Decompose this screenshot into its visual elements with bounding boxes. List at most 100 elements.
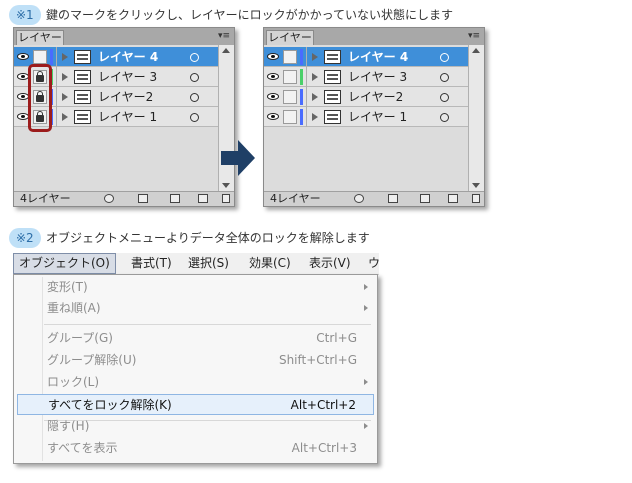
eye-icon[interactable] (267, 73, 279, 80)
layer-name: レイヤー 3 (98, 70, 158, 84)
layer-count: 4レイヤー (20, 192, 71, 205)
scroll-up-icon[interactable] (222, 48, 230, 53)
panel-menu-icon[interactable]: ▾≡ (218, 30, 230, 42)
target-circle-icon[interactable] (190, 113, 199, 122)
lock-column-highlight (28, 64, 52, 132)
menu-item-lock[interactable]: ロック(L) (17, 372, 374, 393)
layer-row[interactable]: レイヤー 1 (264, 107, 468, 127)
expand-triangle-icon[interactable] (62, 73, 68, 81)
menu-item-group[interactable]: グループ(G) Ctrl+G (17, 328, 374, 349)
layer-name: レイヤー 1 (348, 110, 408, 124)
menubar: オブジェクト(O) 書式(T) 選択(S) 効果(C) 表示(V) ウ (13, 253, 380, 275)
menu-type[interactable]: 書式(T) (126, 253, 177, 274)
expand-triangle-icon[interactable] (62, 113, 68, 121)
scroll-up-icon[interactable] (472, 48, 480, 53)
target-circle-icon[interactable] (190, 93, 199, 102)
layer-thumbnail (74, 50, 91, 64)
menu-item-unlock-all[interactable]: すべてをロック解除(K) Alt+Ctrl+2 (17, 394, 374, 415)
trash-icon[interactable] (472, 194, 480, 203)
menu-separator (44, 324, 371, 325)
layer-list: レイヤー 4 レイヤー 3 レイヤー2 レイヤー 1 (264, 45, 468, 191)
lock-toggle[interactable] (283, 90, 297, 104)
expand-triangle-icon[interactable] (312, 53, 318, 61)
new-layer-icon[interactable] (198, 194, 208, 203)
menu-item-arrange[interactable]: 重ね順(A) (17, 298, 374, 319)
layer-color-swatch (300, 89, 303, 105)
scrollbar[interactable] (468, 45, 484, 191)
step-1-badge: ※1 (9, 5, 41, 25)
make-clipping-mask-icon[interactable] (138, 194, 148, 203)
layer-thumbnail (74, 110, 91, 124)
eye-icon[interactable] (267, 53, 279, 60)
eye-icon[interactable] (267, 93, 279, 100)
eye-icon[interactable] (17, 53, 29, 60)
menu-item-shortcut: Alt+Ctrl+3 (291, 441, 357, 455)
lock-toggle[interactable] (283, 50, 297, 64)
trash-icon[interactable] (222, 194, 230, 203)
locate-object-icon[interactable] (104, 194, 114, 203)
layer-row[interactable]: レイヤー 3 (264, 67, 468, 87)
step-2-badge: ※2 (9, 228, 41, 248)
menu-item-ungroup[interactable]: グループ解除(U) Shift+Ctrl+G (17, 350, 374, 371)
divider (306, 87, 307, 107)
target-circle-icon[interactable] (440, 53, 449, 62)
expand-triangle-icon[interactable] (62, 53, 68, 61)
tab-layers[interactable]: レイヤー (16, 30, 64, 45)
layer-thumbnail (324, 90, 341, 104)
expand-triangle-icon[interactable] (312, 93, 318, 101)
divider (56, 87, 57, 107)
layer-name: レイヤー 4 (98, 50, 159, 64)
menu-view[interactable]: 表示(V) (304, 253, 356, 274)
panel-footer: 4レイヤー (264, 191, 484, 206)
scroll-down-icon[interactable] (222, 183, 230, 188)
target-circle-icon[interactable] (440, 73, 449, 82)
new-sublayer-icon[interactable] (420, 194, 430, 203)
menu-item-transform[interactable]: 変形(T) (17, 277, 374, 298)
menu-effect[interactable]: 効果(C) (244, 253, 296, 274)
expand-triangle-icon[interactable] (312, 113, 318, 121)
menu-item-label: グループ解除(U) (47, 353, 137, 367)
layer-color-swatch (50, 49, 53, 65)
divider (56, 67, 57, 87)
target-circle-icon[interactable] (190, 53, 199, 62)
expand-triangle-icon[interactable] (312, 73, 318, 81)
layer-thumbnail (74, 70, 91, 84)
divider (56, 47, 57, 67)
menu-window[interactable]: ウ (363, 253, 385, 274)
submenu-arrow-icon (364, 423, 368, 429)
layer-row[interactable]: レイヤー 4 (264, 47, 468, 67)
menu-object[interactable]: オブジェクト(O) (13, 253, 116, 274)
lock-toggle[interactable] (283, 110, 297, 124)
target-circle-icon[interactable] (190, 73, 199, 82)
submenu-arrow-icon (364, 284, 368, 290)
panel-tabbar: レイヤー ▾≡ (264, 28, 484, 45)
layer-color-swatch (300, 69, 303, 85)
locate-object-icon[interactable] (354, 194, 364, 203)
divider (306, 67, 307, 87)
target-circle-icon[interactable] (440, 113, 449, 122)
new-sublayer-icon[interactable] (170, 194, 180, 203)
object-menu-dropdown: 変形(T) 重ね順(A) グループ(G) Ctrl+G グループ解除(U) Sh… (13, 274, 378, 464)
panel-tabbar: レイヤー ▾≡ (14, 28, 234, 45)
right-arrow-icon (221, 140, 255, 176)
lock-toggle[interactable] (283, 70, 297, 84)
layer-thumbnail (324, 110, 341, 124)
panel-menu-icon[interactable]: ▾≡ (468, 30, 480, 42)
eye-icon[interactable] (267, 113, 279, 120)
target-circle-icon[interactable] (440, 93, 449, 102)
layer-row[interactable]: レイヤー2 (264, 87, 468, 107)
new-layer-icon[interactable] (448, 194, 458, 203)
layer-thumbnail (324, 70, 341, 84)
menu-item-hide[interactable]: 隠す(H) (17, 416, 374, 437)
scroll-down-icon[interactable] (472, 183, 480, 188)
menu-item-label: 隠す(H) (47, 419, 90, 433)
layer-color-swatch (300, 109, 303, 125)
make-clipping-mask-icon[interactable] (388, 194, 398, 203)
menu-select[interactable]: 選択(S) (183, 253, 234, 274)
lock-toggle[interactable] (33, 50, 47, 64)
expand-triangle-icon[interactable] (62, 93, 68, 101)
layer-thumbnail (74, 90, 91, 104)
tab-layers[interactable]: レイヤー (266, 30, 314, 45)
menu-item-label: グループ(G) (47, 331, 113, 345)
menu-item-show-all[interactable]: すべてを表示 Alt+Ctrl+3 (17, 438, 374, 459)
